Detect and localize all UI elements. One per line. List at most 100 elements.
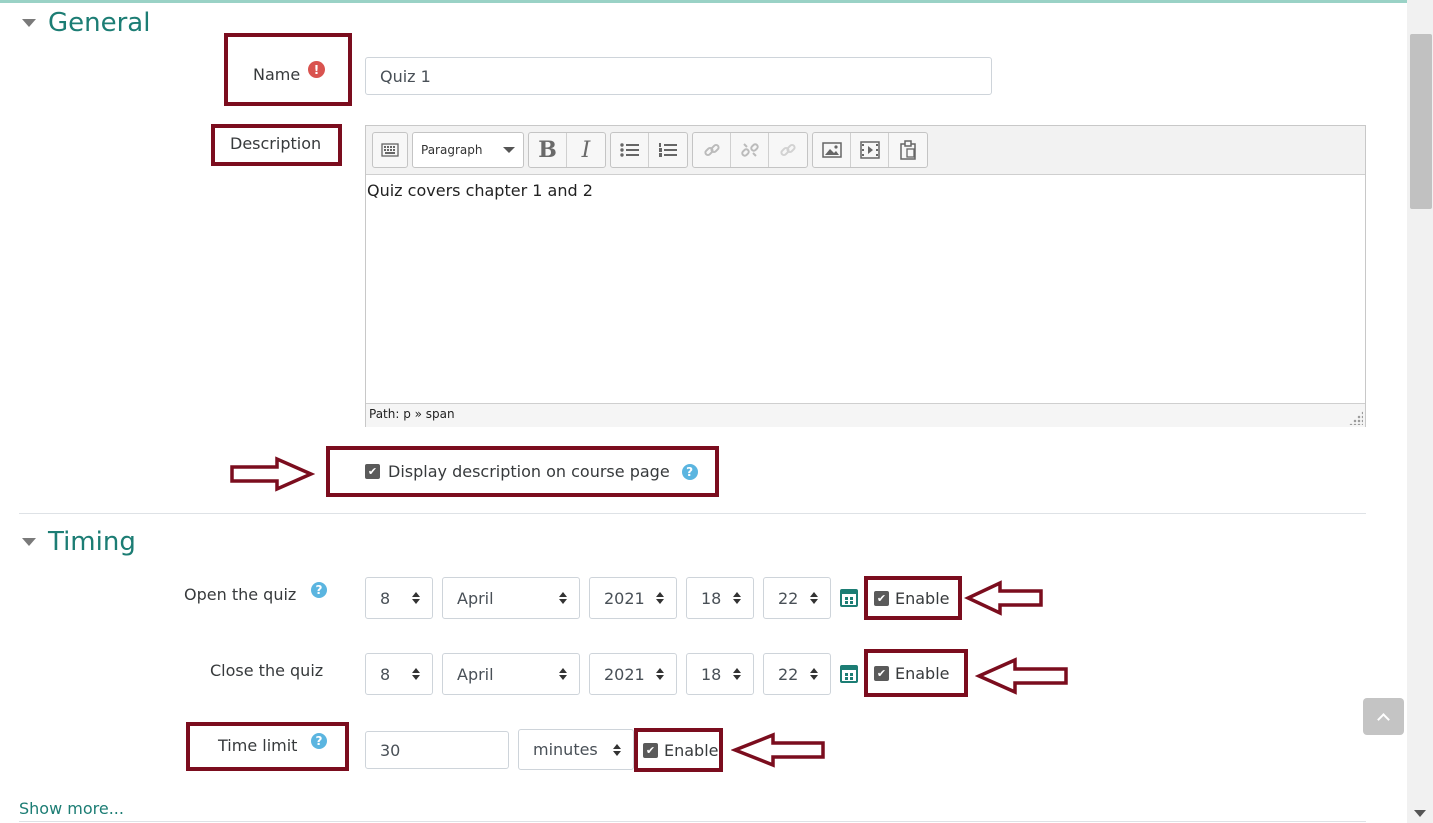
toolbar-group-lists [610, 132, 688, 168]
back-to-top-button[interactable] [1363, 698, 1404, 735]
paragraph-format-value: Paragraph [421, 143, 483, 157]
open-day-value: 8 [380, 588, 391, 608]
annotation-arrow-left-icon [731, 732, 825, 768]
show-more-buttons-icon[interactable] [373, 133, 407, 167]
toolbar-group-media [812, 132, 928, 168]
time-limit-input[interactable]: 30 [365, 731, 509, 769]
open-minute-value: 22 [778, 588, 799, 608]
updown-icon [733, 668, 741, 680]
close-hour-select[interactable]: 18 [686, 653, 754, 695]
description-editor[interactable]: Paragraph B I Quiz covers chapter 1 and … [365, 125, 1366, 427]
insert-image-icon[interactable] [813, 133, 851, 167]
time-limit-enable-label: Enable [664, 741, 719, 760]
unordered-list-icon[interactable] [611, 133, 649, 167]
close-enable-checkbox[interactable]: ✔ [874, 666, 889, 681]
updown-icon [810, 668, 818, 680]
open-month-value: April [457, 588, 494, 608]
general-section-title: General [48, 8, 151, 38]
close-year-select[interactable]: 2021 [589, 653, 677, 695]
calendar-icon[interactable] [840, 589, 858, 607]
close-day-select[interactable]: 8 [365, 653, 433, 695]
display-description-row: ✔ Display description on course page ? [365, 462, 698, 481]
collapse-caret-icon [22, 19, 36, 27]
toolbar-group-links [692, 132, 808, 168]
open-hour-select[interactable]: 18 [686, 577, 754, 619]
time-limit-enable-checkbox[interactable]: ✔ [643, 743, 658, 758]
scrollbar-thumb[interactable] [1410, 34, 1432, 209]
top-accent-line [0, 0, 1407, 3]
time-limit-value: 30 [380, 740, 401, 760]
section-divider [19, 821, 1366, 822]
unlink-icon[interactable] [731, 133, 769, 167]
exclamation-icon: ! [308, 61, 325, 78]
open-minute-select[interactable]: 22 [763, 577, 831, 619]
italic-button[interactable]: I [567, 133, 605, 167]
updown-icon [559, 668, 567, 680]
editor-path: Path: p » span [369, 407, 455, 421]
updown-icon [656, 668, 664, 680]
open-quiz-label: Open the quiz [184, 585, 297, 604]
show-more-link[interactable]: Show more... [19, 799, 124, 818]
display-description-label: Display description on course page [388, 462, 670, 481]
dropdown-caret-icon [503, 147, 515, 153]
help-icon[interactable]: ? [311, 582, 327, 598]
open-enable-label: Enable [895, 589, 950, 608]
close-minute-value: 22 [778, 664, 799, 684]
annotation-arrow-right-icon [230, 456, 315, 492]
name-label: Name [253, 65, 301, 84]
annotation-arrow-left-icon [964, 580, 1043, 616]
close-quiz-label: Close the quiz [210, 661, 324, 680]
annotation-arrow-left-icon [975, 657, 1068, 695]
close-hour-value: 18 [701, 664, 722, 684]
link-icon[interactable] [693, 133, 731, 167]
manage-files-icon[interactable] [889, 133, 927, 167]
timing-section-header[interactable]: Timing [22, 527, 136, 557]
updown-icon [733, 592, 741, 604]
timing-section-title: Timing [48, 527, 136, 557]
anchor-link-icon[interactable] [769, 133, 807, 167]
updown-icon [412, 592, 420, 604]
bold-button[interactable]: B [529, 133, 567, 167]
open-month-select[interactable]: April [442, 577, 580, 619]
display-description-checkbox[interactable]: ✔ [365, 464, 380, 479]
toolbar-group-toggle [372, 132, 408, 168]
close-minute-select[interactable]: 22 [763, 653, 831, 695]
resize-grip-icon[interactable] [1349, 411, 1363, 425]
time-limit-label: Time limit [218, 736, 298, 755]
insert-media-icon[interactable] [851, 133, 889, 167]
help-icon[interactable]: ? [311, 733, 327, 749]
close-month-select[interactable]: April [442, 653, 580, 695]
editor-toolbar: Paragraph B I [366, 126, 1365, 175]
time-limit-unit-value: minutes [533, 740, 598, 759]
close-enable-label: Enable [895, 664, 950, 683]
paragraph-format-select[interactable]: Paragraph [412, 132, 524, 168]
updown-icon [559, 592, 567, 604]
description-label: Description [230, 134, 322, 153]
name-input-value: Quiz 1 [380, 66, 431, 86]
ordered-list-icon[interactable] [649, 133, 687, 167]
updown-icon [810, 592, 818, 604]
updown-icon [656, 592, 664, 604]
close-day-value: 8 [380, 664, 391, 684]
scroll-down-arrow-icon[interactable] [1414, 810, 1426, 817]
open-year-value: 2021 [604, 588, 645, 608]
close-year-value: 2021 [604, 664, 645, 684]
close-enable-row: ✔ Enable [868, 664, 950, 683]
open-hour-value: 18 [701, 588, 722, 608]
help-icon[interactable]: ? [681, 463, 698, 480]
general-section-header[interactable]: General [22, 8, 150, 38]
collapse-caret-icon [22, 538, 36, 546]
section-divider [19, 513, 1366, 514]
editor-content-area[interactable]: Quiz covers chapter 1 and 2 [366, 175, 1365, 403]
updown-icon [412, 668, 420, 680]
toolbar-group-text: B I [528, 132, 606, 168]
open-enable-row: ✔ Enable [868, 589, 950, 608]
chevron-up-icon [1377, 712, 1390, 726]
open-day-select[interactable]: 8 [365, 577, 433, 619]
close-month-value: April [457, 664, 494, 684]
open-enable-checkbox[interactable]: ✔ [874, 591, 889, 606]
calendar-icon[interactable] [840, 665, 858, 683]
open-year-select[interactable]: 2021 [589, 577, 677, 619]
name-input[interactable]: Quiz 1 [365, 57, 992, 95]
time-limit-unit-select[interactable]: minutes [518, 729, 634, 770]
